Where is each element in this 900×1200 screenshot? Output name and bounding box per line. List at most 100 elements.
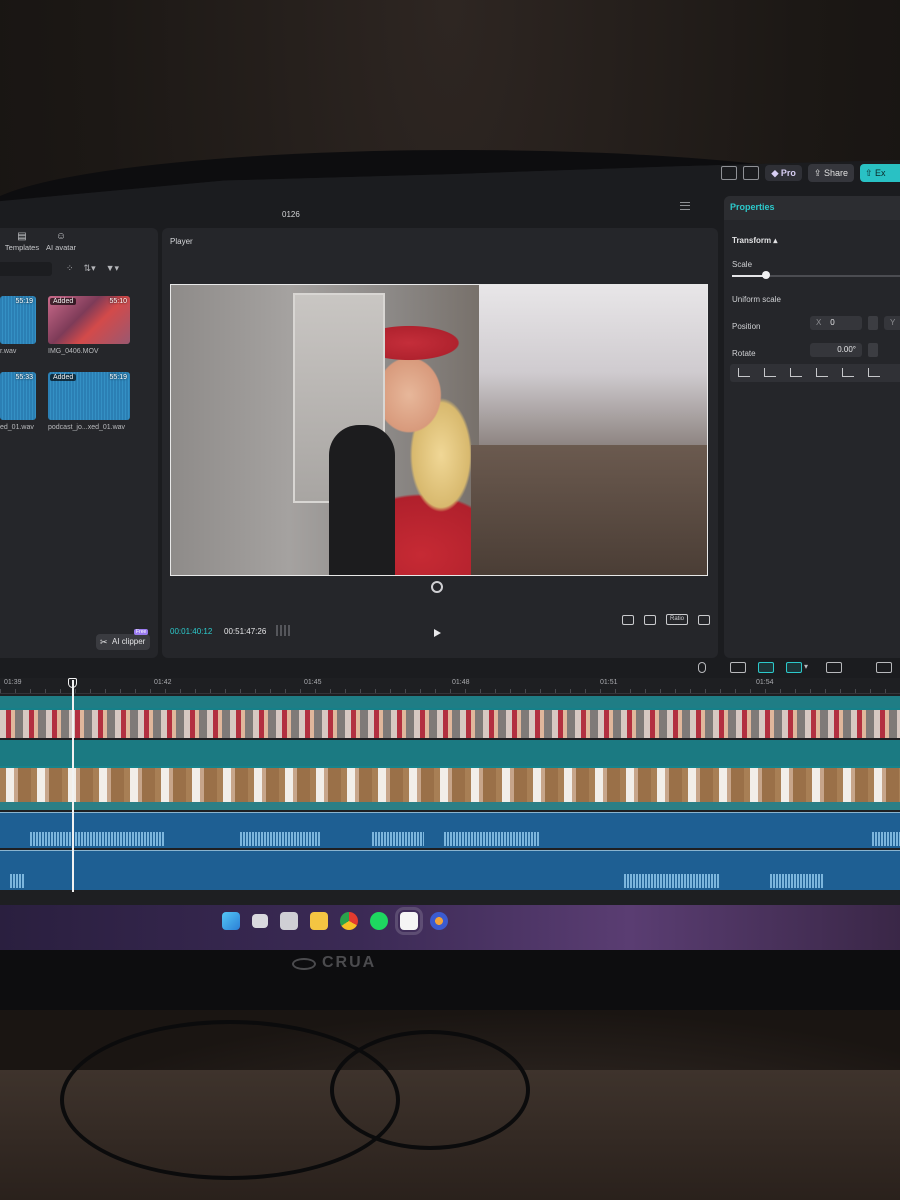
chrome-icon[interactable] bbox=[340, 912, 358, 930]
ruler-tick-label: 01:42 bbox=[154, 679, 172, 686]
timecode-grid-icon[interactable] bbox=[276, 625, 290, 636]
media-item-name: podcast_jo...xed_01.wav bbox=[48, 424, 126, 431]
magnet-icon[interactable] bbox=[758, 662, 774, 673]
media-item-duration: 55:19 bbox=[15, 298, 33, 305]
rotate-label: Rotate bbox=[732, 349, 756, 358]
scale-slider-handle[interactable] bbox=[762, 271, 770, 279]
audio-clip-1[interactable] bbox=[0, 812, 900, 848]
tab-ai-avatar[interactable]: ☺ AI avatar bbox=[44, 232, 78, 253]
link-icon[interactable] bbox=[730, 662, 746, 673]
menu-icon[interactable] bbox=[680, 202, 690, 210]
windows-taskbar bbox=[0, 905, 900, 950]
rotate-handle-icon[interactable] bbox=[431, 581, 443, 593]
spotify-icon[interactable] bbox=[370, 912, 388, 930]
position-x-stepper[interactable] bbox=[868, 316, 878, 330]
position-x-label: X bbox=[816, 318, 822, 327]
audio-waveform bbox=[770, 874, 824, 888]
taskbar-apps bbox=[222, 907, 448, 935]
media-tools: ⁘ ⇅▾ ▼▾ bbox=[66, 263, 119, 274]
app-icon[interactable] bbox=[430, 912, 448, 930]
media-panel: ▤ Templates ☺ AI avatar ⁘ ⇅▾ ▼▾ 55:19 r.… bbox=[0, 228, 158, 658]
zoom-fit-icon[interactable] bbox=[876, 662, 892, 673]
split-icon[interactable] bbox=[826, 662, 842, 673]
audio-waveform bbox=[10, 874, 24, 888]
capcut-icon[interactable] bbox=[395, 907, 423, 935]
templates-icon: ▤ bbox=[17, 231, 27, 242]
filter-icon[interactable]: ▼▾ bbox=[106, 263, 119, 274]
tab-ai-avatar-label: AI avatar bbox=[45, 243, 76, 252]
rotate-field[interactable]: 0.00° bbox=[810, 343, 862, 357]
preview-microphone bbox=[329, 425, 395, 575]
uniform-scale-label: Uniform scale bbox=[732, 295, 781, 304]
top-actions: ◆ Pro ⇪ Share ⇧ Ex bbox=[721, 164, 900, 182]
track-header-strip bbox=[0, 696, 900, 708]
video-preview[interactable] bbox=[170, 284, 708, 576]
pro-label: Pro bbox=[780, 168, 796, 178]
task-view-icon[interactable] bbox=[252, 914, 268, 928]
rotate-stepper[interactable] bbox=[868, 343, 878, 357]
pro-button[interactable]: ◆ Pro bbox=[765, 165, 802, 181]
play-button[interactable] bbox=[434, 629, 441, 637]
align-middle-icon[interactable] bbox=[842, 368, 854, 377]
monitor-brand: CRUA bbox=[322, 954, 377, 971]
preview-axis-icon[interactable] bbox=[786, 662, 802, 673]
properties-title[interactable]: Properties bbox=[730, 202, 775, 212]
chevron-down-icon[interactable]: ▾ bbox=[804, 662, 814, 673]
export-button[interactable]: ⇧ Ex bbox=[860, 164, 900, 182]
total-time: 00:51:47:26 bbox=[224, 627, 267, 636]
fit-icon[interactable] bbox=[643, 614, 656, 625]
shortcut-icon[interactable] bbox=[743, 166, 760, 180]
playhead[interactable] bbox=[72, 680, 74, 892]
timeline-toolbar: ▾ bbox=[0, 660, 900, 676]
align-bottom-icon[interactable] bbox=[868, 368, 880, 377]
chevron-up-icon: ▴ bbox=[773, 236, 778, 245]
windows-start-icon[interactable] bbox=[222, 912, 240, 930]
properties-panel: Properties Transform ▴ Scale Uniform sca… bbox=[724, 196, 900, 658]
align-right-icon[interactable] bbox=[790, 368, 802, 377]
photo-scene: ◆ Pro ⇪ Share ⇧ Ex 0126 ▤ Templates ☺ AI… bbox=[0, 0, 900, 1200]
share-button[interactable]: ⇪ Share bbox=[807, 164, 854, 182]
transform-section[interactable]: Transform ▴ bbox=[732, 236, 777, 245]
media-item-audio[interactable]: 55:19 bbox=[0, 296, 36, 344]
audio-waveform bbox=[444, 832, 540, 846]
ratio-button[interactable]: Ratio bbox=[665, 614, 688, 625]
quality-icon[interactable] bbox=[621, 614, 634, 625]
audio-waveform bbox=[624, 874, 720, 888]
added-badge: Added bbox=[50, 374, 77, 381]
position-y-field[interactable]: Y bbox=[884, 316, 900, 330]
media-item-audio[interactable]: Added 55:19 bbox=[48, 372, 130, 420]
player-title: Player bbox=[170, 237, 193, 246]
align-top-icon[interactable] bbox=[816, 368, 828, 377]
brand-logo-icon bbox=[292, 958, 316, 970]
position-x-value: 0 bbox=[830, 318, 835, 327]
editor-screen: ◆ Pro ⇪ Share ⇧ Ex 0126 ▤ Templates ☺ AI… bbox=[0, 160, 900, 950]
current-time: 00:01:40:12 bbox=[170, 627, 213, 636]
tab-templates[interactable]: ▤ Templates bbox=[2, 231, 42, 253]
file-explorer-icon[interactable] bbox=[280, 912, 298, 930]
folder-icon[interactable] bbox=[310, 912, 328, 930]
video-track-gap bbox=[0, 740, 900, 766]
video-clip-host[interactable] bbox=[0, 708, 900, 738]
audio-clip-2[interactable] bbox=[0, 850, 900, 890]
ai-clipper-button[interactable]: ✂ AI clipper bbox=[96, 634, 151, 650]
media-item-duration: 55:10 bbox=[109, 298, 127, 305]
align-center-icon[interactable] bbox=[764, 368, 776, 377]
track-divider bbox=[0, 802, 900, 810]
layout-icon[interactable] bbox=[721, 166, 738, 180]
sort-icon[interactable]: ⇅▾ bbox=[84, 263, 96, 274]
microphone-icon[interactable] bbox=[698, 662, 706, 673]
share-label: Share bbox=[823, 168, 848, 178]
free-badge: Free bbox=[134, 629, 149, 635]
media-search-input[interactable] bbox=[0, 262, 52, 276]
align-left-icon[interactable] bbox=[738, 368, 750, 377]
time-ruler[interactable]: 01:39 01:42 01:45 01:48 01:51 01:54 bbox=[0, 678, 900, 694]
media-item-audio[interactable]: 55:33 bbox=[0, 372, 36, 420]
view-mode-icon[interactable]: ⁘ bbox=[66, 263, 74, 274]
media-item-name: r.wav bbox=[0, 348, 17, 355]
position-x-field[interactable]: X 0 bbox=[810, 316, 862, 330]
media-item-name: IMG_0406.MOV bbox=[48, 348, 99, 355]
video-clip-guest[interactable] bbox=[0, 766, 900, 802]
media-item-video[interactable]: Added 55:10 bbox=[48, 296, 130, 344]
ruler-tick-label: 01:51 bbox=[600, 679, 618, 686]
fullscreen-icon[interactable] bbox=[698, 614, 710, 625]
